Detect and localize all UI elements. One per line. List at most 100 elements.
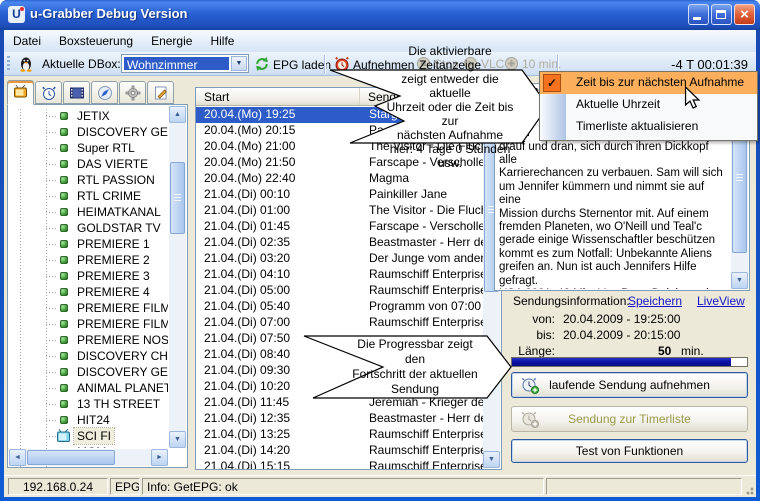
context-menu-item[interactable]: ✓ Aktuelle Uhrzeit: [540, 94, 757, 116]
program-row[interactable]: 21.04.(Di) 01:45 Farscape - Verschollen …: [196, 219, 483, 235]
callout-line: hier: 4 Tage 0 Stunden usw.: [382, 142, 518, 170]
program-start: 21.04.(Di) 07:00: [196, 315, 360, 331]
tab-streaming[interactable]: [91, 81, 118, 104]
menubar-item[interactable]: Hilfe: [201, 30, 243, 48]
channel-item[interactable]: JETIX: [8, 108, 168, 124]
program-row[interactable]: 21.04.(Di) 05:00 Raumschiff Enterprise: [196, 283, 483, 299]
context-menu-item[interactable]: ✓ Zeit bis zur nächsten Aufnahme: [540, 72, 757, 94]
channel-item[interactable]: PREMIERE 1: [8, 236, 168, 252]
tree-connector: [46, 340, 58, 341]
channel-item[interactable]: ANIMAL PLANET: [8, 380, 168, 396]
program-row[interactable]: 21.04.(Di) 00:10 Painkiller Jane: [196, 187, 483, 203]
record-current-button[interactable]: laufende Sendung aufnehmen: [511, 372, 748, 398]
channel-item[interactable]: PREMIERE 3: [8, 268, 168, 284]
channel-bullet-icon: [60, 416, 68, 424]
channel-bullet-icon: [60, 384, 68, 392]
program-start: 21.04.(Di) 03:20: [196, 251, 360, 267]
dbox-combobox[interactable]: Wohnzimmer ▼: [121, 54, 249, 73]
tree-connector: [46, 132, 58, 133]
channel-item[interactable]: DISCOVERY CHANN: [8, 348, 168, 364]
dropdown-arrow-icon[interactable]: ▼: [231, 56, 247, 71]
channel-item[interactable]: GOLDSTAR TV: [8, 220, 168, 236]
tree-connector: [46, 324, 58, 325]
program-start: 21.04.(Di) 13:25: [196, 427, 360, 443]
statusbar-mode: EPG: [110, 478, 140, 495]
channel-item[interactable]: HIT24: [8, 412, 168, 428]
channel-label: Super RTL: [74, 140, 138, 156]
program-row[interactable]: 21.04.(Di) 02:35 Beastmaster - Herr der …: [196, 235, 483, 251]
channel-label: PREMIERE NOSTA: [74, 332, 168, 348]
tree-connector: [46, 164, 58, 165]
program-row[interactable]: 21.04.(Di) 05:40 Programm von 07:00 bis …: [196, 299, 483, 315]
progress-bar: [511, 357, 748, 367]
context-menu-item[interactable]: ✓ Timerliste aktualisieren: [540, 116, 757, 138]
minimize-button[interactable]: [688, 4, 709, 25]
description-line: um Jennifer kümmern und nimmt sie auf ei…: [499, 181, 729, 208]
callout-line: nächsten Aufnahme: [382, 128, 518, 142]
test-functions-button[interactable]: Test von Funktionen: [511, 439, 748, 463]
program-row[interactable]: 21.04.(Di) 04:10 Raumschiff Enterprise: [196, 267, 483, 283]
channel-item[interactable]: PREMIERE 2: [8, 252, 168, 268]
channel-item[interactable]: DISCOVERY GESCH: [8, 124, 168, 140]
add-to-timerlist-button[interactable]: Sendung zur Timerliste: [511, 406, 748, 432]
tab-recordings[interactable]: [63, 81, 90, 104]
tree-vertical-scrollbar[interactable]: ▲ ▼: [169, 106, 186, 448]
channel-item[interactable]: 13 TH STREET: [8, 396, 168, 412]
channel-bullet-icon: [60, 160, 68, 168]
close-icon: ×: [735, 5, 754, 24]
program-row[interactable]: 21.04.(Di) 07:00 Raumschiff Enterprise -…: [196, 315, 483, 331]
channel-item[interactable]: PREMIERE NOSTA: [8, 332, 168, 348]
tab-settings[interactable]: [119, 81, 146, 104]
liveview-link[interactable]: LiveView: [697, 294, 745, 308]
scroll-down-button[interactable]: ▼: [731, 272, 748, 289]
channel-bullet-icon: [60, 192, 68, 200]
resize-grip[interactable]: [742, 483, 754, 495]
channel-item[interactable]: RTL CRIME: [8, 188, 168, 204]
tab-channels[interactable]: [7, 80, 34, 105]
scrollbar-thumb[interactable]: [27, 450, 115, 465]
channel-item[interactable]: DISCOVERY GESCH: [8, 364, 168, 380]
menubar-item[interactable]: Datei: [4, 30, 50, 48]
scroll-right-button[interactable]: ►: [151, 449, 168, 466]
channel-item[interactable]: RTL PASSION: [8, 172, 168, 188]
channel-item[interactable]: DAS VIERTE: [8, 156, 168, 172]
scroll-down-button[interactable]: ▼: [169, 431, 186, 448]
callout-line: Die aktivierbare Zeitanzeige: [382, 44, 518, 72]
save-link[interactable]: Speichern: [628, 294, 682, 308]
program-title: The Visitor - Die Flucht aus dem All: [360, 203, 483, 219]
channel-item[interactable]: MGM: [8, 444, 168, 448]
scroll-down-button[interactable]: ▼: [483, 451, 500, 468]
program-row[interactable]: 21.04.(Di) 12:35 Beastmaster - Herr der …: [196, 411, 483, 427]
tab-timer[interactable]: [35, 81, 62, 104]
channel-item[interactable]: HEIMATKANAL: [8, 204, 168, 220]
channel-item[interactable]: SCI FI: [8, 428, 168, 444]
menubar-item[interactable]: Boxsteuerung: [50, 30, 142, 48]
channel-item[interactable]: Super RTL: [8, 140, 168, 156]
toolbar-grip[interactable]: [7, 56, 10, 72]
maximize-button[interactable]: [711, 4, 732, 25]
channel-label: HIT24: [74, 412, 113, 428]
scroll-left-button[interactable]: ◄: [9, 449, 26, 466]
program-row[interactable]: 21.04.(Di) 03:20 Der Junge vom anderen S…: [196, 251, 483, 267]
maximize-icon: [716, 10, 726, 19]
tab-log[interactable]: [147, 81, 174, 104]
program-row[interactable]: 21.04.(Di) 13:25 Raumschiff Enterprise: [196, 427, 483, 443]
close-button[interactable]: ×: [734, 4, 755, 25]
scroll-up-button[interactable]: ▲: [169, 106, 186, 123]
program-row[interactable]: 21.04.(Di) 01:00 The Visitor - Die Fluch…: [196, 203, 483, 219]
program-title: Raumschiff Enterprise: [360, 443, 483, 459]
program-row[interactable]: 21.04.(Di) 14:20 Raumschiff Enterprise: [196, 443, 483, 459]
program-row[interactable]: 20.04.(Mo) 22:40 Magma: [196, 171, 483, 187]
channel-label: PREMIERE 4: [74, 284, 153, 300]
program-row[interactable]: 21.04.(Di) 15:15 Raumschiff Enterprise -…: [196, 459, 483, 469]
edit-icon: [153, 85, 169, 101]
tree-horizontal-scrollbar[interactable]: ◄ ►: [9, 449, 168, 466]
program-title: Raumschiff Enterprise - Das näc...: [360, 315, 483, 331]
program-title: Raumschiff Enterprise: [360, 283, 483, 299]
scrollbar-thumb[interactable]: [170, 162, 185, 234]
menubar-item[interactable]: Energie: [142, 30, 201, 48]
channel-bullet-icon: [60, 208, 68, 216]
channel-item[interactable]: PREMIERE FILMFE: [8, 300, 168, 316]
channel-item[interactable]: PREMIERE 4: [8, 284, 168, 300]
channel-item[interactable]: PREMIERE FILMCL: [8, 316, 168, 332]
